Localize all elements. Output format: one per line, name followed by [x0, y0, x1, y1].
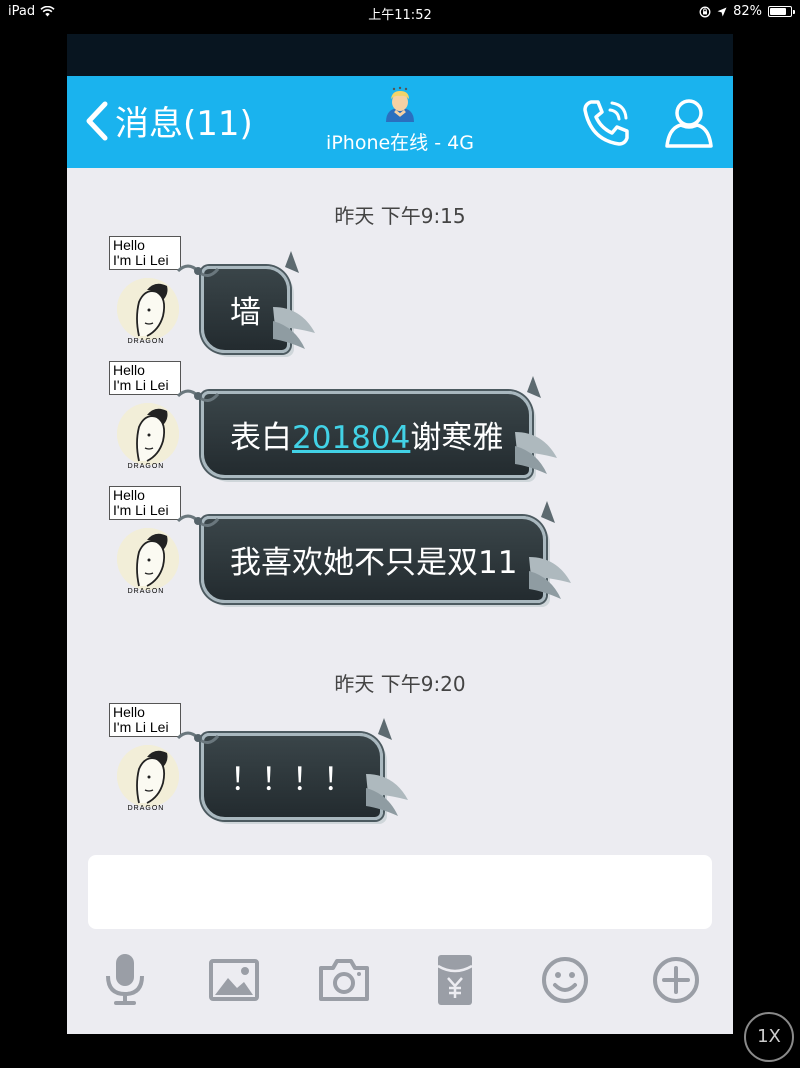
- microphone-icon[interactable]: [99, 952, 151, 1008]
- ipad-status-bar: iPad 上午11:52 82%: [0, 0, 800, 24]
- face-sketch-icon: [117, 403, 179, 465]
- camera-icon[interactable]: [318, 952, 370, 1008]
- status-right: 82%: [699, 4, 795, 19]
- sender-avatar[interactable]: Hello I'm Li Lei DRAGON: [107, 703, 183, 813]
- message-bubble[interactable]: 表白201804谢寒雅: [176, 376, 558, 478]
- avatar-badge: DRAGON: [127, 338, 165, 345]
- message-text-suffix: 谢寒雅: [410, 420, 504, 456]
- battery-percent: 82%: [733, 4, 762, 19]
- contact-avatar-emoji: [386, 86, 414, 122]
- phone-screen: 消息(11) iPhone在线 - 4G 昨天 下午9:15 Hello I'm…: [67, 34, 733, 1034]
- message-bubble[interactable]: 我喜欢她不只是双11: [176, 501, 572, 603]
- avatar-badge: DRAGON: [127, 588, 165, 595]
- message-text: 我喜欢她不只是双11: [230, 545, 518, 581]
- avatar-sign-line: I'm Li Lei: [113, 377, 169, 393]
- contact-header[interactable]: iPhone在线 - 4G: [67, 86, 733, 155]
- message-row: Hello I'm Li Lei DRAGON 表白201804谢寒雅: [107, 361, 558, 478]
- bubble-knot-ornament: [176, 514, 220, 527]
- location-arrow-icon: [717, 7, 727, 16]
- message-text-prefix: 表白: [230, 420, 292, 456]
- face-sketch-icon: [117, 745, 179, 807]
- message-bubble[interactable]: ！！！！: [176, 718, 408, 820]
- message-row: Hello I'm Li Lei DRAGON 我喜欢她不只是双11: [107, 486, 572, 603]
- avatar-sign: Hello I'm Li Lei: [109, 361, 181, 395]
- avatar-sign-line: I'm Li Lei: [113, 719, 169, 735]
- rotation-lock-icon: [699, 6, 711, 17]
- chat-toolbar: [67, 952, 733, 1016]
- sender-avatar[interactable]: Hello I'm Li Lei DRAGON: [107, 236, 183, 346]
- message-bubble[interactable]: 墙: [176, 251, 315, 353]
- bubble-wing-ornament: [273, 251, 315, 349]
- contact-status: iPhone在线 - 4G: [326, 132, 474, 154]
- avatar-badge: DRAGON: [127, 805, 165, 812]
- avatar-sign: Hello I'm Li Lei: [109, 486, 181, 520]
- avatar-sign: Hello I'm Li Lei: [109, 703, 181, 737]
- bubble-wing-ornament: [515, 376, 558, 474]
- phone-call-icon[interactable]: [579, 96, 633, 150]
- bubble-knot-ornament: [176, 389, 220, 402]
- face-sketch-icon: [117, 528, 179, 590]
- avatar-sign-line: Hello: [113, 362, 145, 378]
- avatar-sign: Hello I'm Li Lei: [109, 236, 181, 270]
- plus-icon[interactable]: [650, 952, 702, 1008]
- contact-profile-icon[interactable]: [663, 96, 715, 150]
- phone-number-link[interactable]: 201804: [292, 420, 410, 456]
- image-icon[interactable]: [208, 952, 260, 1008]
- avatar-sign-line: I'm Li Lei: [113, 502, 169, 518]
- status-time: 上午11:52: [368, 8, 432, 23]
- avatar-sign-line: Hello: [113, 487, 145, 503]
- battery-icon: [768, 6, 795, 17]
- bubble-knot-ornament: [176, 731, 220, 744]
- chat-timestamp: 昨天 下午9:20: [334, 672, 466, 696]
- chat-timestamp: 昨天 下午9:15: [334, 204, 466, 228]
- face-sketch-icon: [117, 278, 179, 340]
- message-text: ！！！！: [230, 762, 354, 798]
- message-row: Hello I'm Li Lei DRAGON 墙: [107, 236, 315, 353]
- sender-avatar[interactable]: Hello I'm Li Lei DRAGON: [107, 361, 183, 471]
- phone-status-area: [67, 34, 733, 76]
- message-text: 墙: [230, 295, 261, 331]
- bubble-knot-ornament: [176, 264, 220, 277]
- avatar-badge: DRAGON: [127, 463, 165, 470]
- red-packet-icon[interactable]: [429, 952, 481, 1008]
- message-input[interactable]: [88, 855, 712, 929]
- avatar-sign-line: I'm Li Lei: [113, 252, 169, 268]
- avatar-sign-line: Hello: [113, 704, 145, 720]
- bubble-wing-ornament: [366, 718, 408, 816]
- sender-avatar[interactable]: Hello I'm Li Lei DRAGON: [107, 486, 183, 596]
- chat-navigation-bar: 消息(11) iPhone在线 - 4G: [67, 76, 733, 168]
- message-row: Hello I'm Li Lei DRAGON ！！！！: [107, 703, 408, 820]
- emoji-icon[interactable]: [539, 952, 591, 1008]
- zoom-toggle-button[interactable]: 1X: [744, 1012, 794, 1062]
- bubble-wing-ornament: [529, 501, 572, 599]
- avatar-sign-line: Hello: [113, 237, 145, 253]
- battery-fill: [770, 8, 786, 15]
